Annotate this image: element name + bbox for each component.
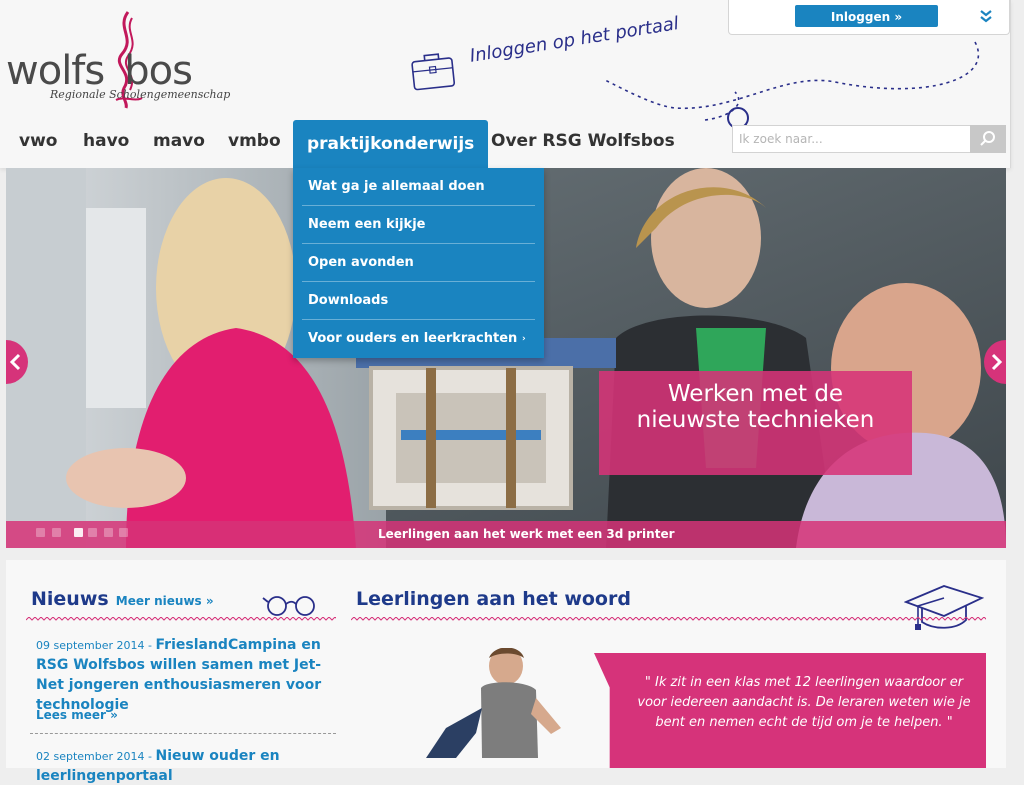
praktijkonderwijs-dropdown: Wat ga je allemaal doen Neem een kijkje … <box>293 168 544 358</box>
slide-dot-5[interactable] <box>104 528 113 537</box>
dropdown-item-downloads[interactable]: Downloads <box>302 282 535 320</box>
dropdown-item-ouders-leerkrachten[interactable]: Voor ouders en leerkrachten › <box>302 320 535 358</box>
slide-caption: Werken met de nieuwste technieken <box>599 371 912 475</box>
more-news-link[interactable]: Meer nieuws » <box>116 594 214 608</box>
slide-dot-3[interactable] <box>74 528 83 537</box>
glasses-doodle-icon <box>262 596 315 616</box>
search-button[interactable] <box>970 125 1006 153</box>
nav-item-vwo[interactable]: vwo <box>19 120 57 168</box>
graduation-cap-doodle-icon <box>904 585 984 630</box>
news-separator <box>30 733 336 734</box>
site-logo[interactable]: wolfs bos Regionale Scholengemeenschap <box>6 10 246 110</box>
section-divider <box>351 617 986 621</box>
nav-item-mavo[interactable]: mavo <box>153 120 205 168</box>
news-title: Nieuws <box>31 588 109 610</box>
news-date-separator: - <box>144 639 156 652</box>
slide-caption-line2: nieuwste technieken <box>636 407 875 433</box>
news-date-separator: - <box>144 750 156 763</box>
main-content: Nieuws Meer nieuws » 09 september 2014 -… <box>6 560 1006 784</box>
dropdown-item-label: Voor ouders en leerkrachten <box>308 331 518 346</box>
nav-item-praktijkonderwijs[interactable]: praktijkonderwijs <box>293 120 489 168</box>
nav-item-havo[interactable]: havo <box>83 120 129 168</box>
slide-dot-6[interactable] <box>119 528 128 537</box>
slide-dot-2[interactable] <box>52 528 61 537</box>
submenu-arrow-icon: › <box>522 334 526 344</box>
search-icon <box>980 131 995 146</box>
students-speak-title: Leerlingen aan het woord <box>356 588 631 610</box>
slide-dot-1[interactable] <box>36 528 45 537</box>
chevron-left-icon <box>9 353 21 371</box>
slide-description-bar: Leerlingen aan het werk met een 3d print… <box>6 521 1006 548</box>
news-item: 09 september 2014 - FrieslandCampina en … <box>36 634 336 714</box>
news-date: 09 september 2014 <box>36 639 145 652</box>
slide-caption-line1: Werken met de <box>667 381 844 407</box>
news-header: Nieuws Meer nieuws » <box>31 588 214 610</box>
chevron-right-icon <box>991 353 1003 371</box>
dropdown-item-wat-ga-je-doen[interactable]: Wat ga je allemaal doen <box>302 168 535 206</box>
search-input[interactable] <box>732 125 972 153</box>
search-bar <box>732 125 1006 153</box>
news-date: 02 september 2014 <box>36 750 145 763</box>
slide-description: Leerlingen aan het werk met een 3d print… <box>378 527 675 541</box>
news-item: 02 september 2014 - Nieuw ouder en leerl… <box>36 745 336 785</box>
logo-subtitle: Regionale Scholengemeenschap <box>50 88 231 101</box>
dropdown-item-open-avonden[interactable]: Open avonden <box>302 244 535 282</box>
news-divider <box>26 617 336 621</box>
student-quote: " Ik zit in een klas met 12 leerlingen w… <box>637 675 971 730</box>
read-more-link[interactable]: Lees meer » <box>36 708 118 722</box>
dropdown-item-neem-een-kijkje[interactable]: Neem een kijkje <box>302 206 535 244</box>
slide-dot-4[interactable] <box>88 528 97 537</box>
student-quote-box: " Ik zit in een klas met 12 leerlingen w… <box>594 653 986 768</box>
briefcase-doodle-icon[interactable] <box>405 20 1005 130</box>
site-header: wolfs bos Regionale Scholengemeenschap In… <box>0 0 1011 168</box>
nav-item-vmbo[interactable]: vmbo <box>228 120 281 168</box>
nav-item-over-rsg-wolfsbos[interactable]: Over RSG Wolfsbos <box>491 120 675 168</box>
student-photo <box>426 648 561 758</box>
